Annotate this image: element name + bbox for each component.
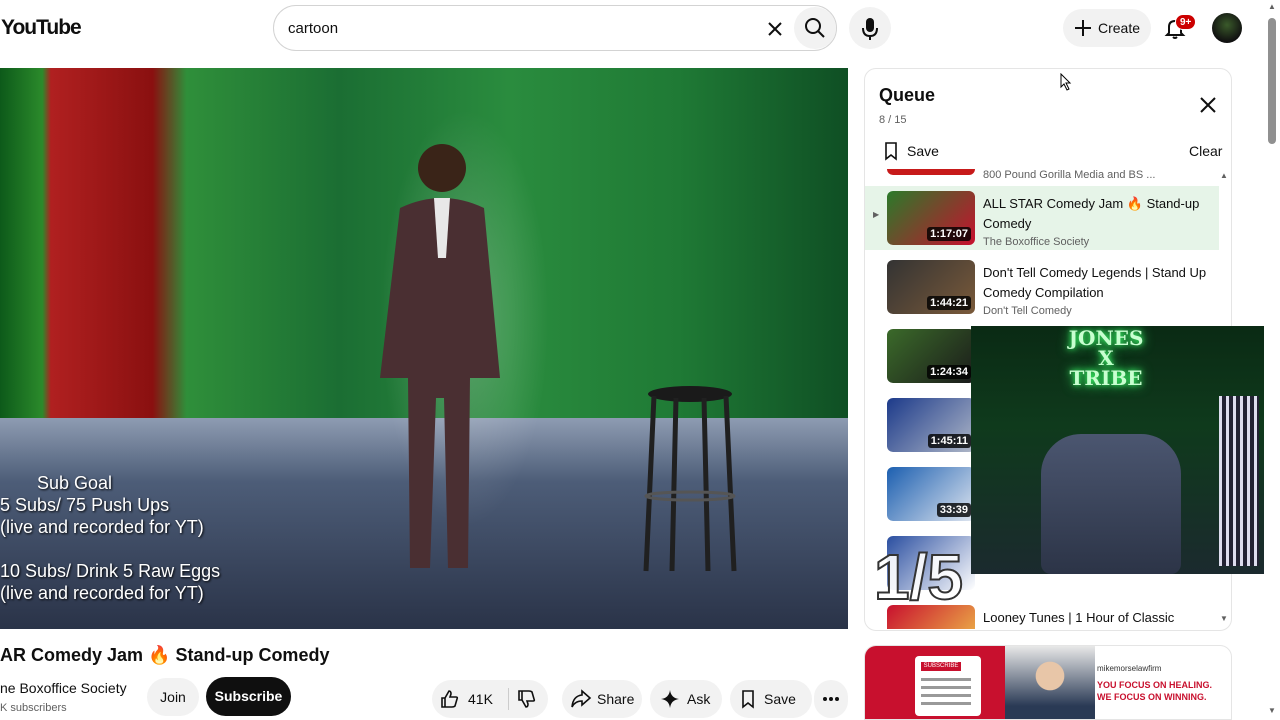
queue-item-channel: The Boxoffice Society	[983, 236, 1090, 248]
ask-button[interactable]: Ask	[650, 680, 722, 718]
previous-item-channel: 800 Pound Gorilla Media and BS ...	[983, 169, 1156, 181]
sub-goal-line: 5 Subs/ 75 Push Ups	[0, 495, 170, 515]
search-input[interactable]	[288, 17, 748, 39]
share-label: Share	[597, 691, 635, 707]
sub-goal-line: (live and recorded for YT)	[0, 517, 204, 537]
queue-position: 8 / 15	[879, 114, 907, 126]
scroll-down-icon[interactable]: ▼	[1268, 706, 1276, 715]
bookmark-icon	[742, 690, 754, 709]
sparkle-icon	[661, 690, 679, 708]
queue-item[interactable]: ▶ 1:17:07 ALL STAR Comedy Jam 🔥 Stand-up…	[865, 186, 1219, 250]
queue-thumbnail: 1:44:21	[887, 260, 975, 314]
close-queue-button[interactable]	[1196, 93, 1220, 117]
queue-item[interactable]: 1:44:21 Don't Tell Comedy Legends | Stan…	[865, 255, 1219, 319]
overlay-counter: 1/5	[873, 540, 964, 614]
search-box	[273, 5, 837, 51]
scroll-up-icon[interactable]: ▲	[1268, 2, 1276, 11]
video-player[interactable]: Sub Goal 5 Subs/ 75 Push Ups (live and r…	[0, 68, 848, 629]
like-count: 41K	[468, 691, 493, 707]
top-bar: YouTube Create 9+	[0, 0, 1280, 56]
scrollbar-thumb[interactable]	[1268, 18, 1276, 144]
mouse-cursor-icon	[1060, 73, 1072, 91]
channel-name[interactable]: ne Boxoffice Society	[0, 680, 127, 696]
youtube-logo[interactable]: YouTube	[1, 16, 82, 40]
video-title: AR Comedy Jam 🔥 Stand-up Comedy	[0, 645, 330, 665]
sponsored-ad[interactable]: SUBSCRIBE mikemorselawfirm YOU FOCUS ON …	[864, 645, 1232, 720]
queue-thumbnail: 1:17:07	[887, 191, 975, 245]
queue-item-title: ALL STAR Comedy Jam 🔥 Stand-up Comedy	[983, 196, 1200, 231]
queue-title: Queue	[879, 85, 936, 105]
ad-person-image	[1005, 646, 1095, 719]
duration-label: 1:45:11	[927, 434, 971, 448]
queue-thumbnail: 33:39	[887, 467, 975, 521]
previous-item-thumbnail[interactable]	[887, 169, 975, 175]
queue-thumbnail: 1:45:11	[887, 398, 975, 452]
now-playing-icon: ▶	[873, 210, 880, 219]
voice-search-button[interactable]	[849, 7, 891, 49]
more-actions-button[interactable]	[814, 680, 848, 718]
plus-icon	[1075, 20, 1091, 36]
avatar[interactable]	[1212, 13, 1242, 43]
ad-firm-name: mikemorselawfirm	[1097, 664, 1162, 673]
thumbs-up-icon	[441, 690, 459, 708]
save-video-button[interactable]: Save	[730, 680, 812, 718]
ad-card-graphic: SUBSCRIBE	[915, 656, 981, 716]
duration-label: 1:44:21	[927, 296, 971, 310]
ask-label: Ask	[687, 691, 711, 707]
queue-scroll-up-icon[interactable]: ▲	[1220, 171, 1228, 180]
ad-slogan-line: WE FOCUS ON WINNING.	[1097, 692, 1207, 702]
like-button[interactable]: 41K	[432, 680, 508, 718]
queue-item-title: Looney Tunes | 1 Hour of Classic Cartoon…	[983, 610, 1175, 625]
sub-goal-heading: Sub Goal	[37, 473, 113, 493]
ad-subscribe-graphic: SUBSCRIBE	[921, 662, 961, 671]
create-button[interactable]: Create	[1063, 9, 1151, 47]
sub-goal-line: 10 Subs/ Drink 5 Raw Eggs	[0, 561, 221, 581]
page-scrollbar[interactable]: ▲ ▼	[1264, 0, 1280, 720]
neon-sign: JONES X TRIBE	[1068, 326, 1144, 390]
comedian-figure	[380, 144, 500, 568]
share-button[interactable]: Share	[562, 680, 642, 718]
stool	[643, 386, 737, 572]
dislike-button[interactable]	[509, 680, 548, 718]
gaming-chair	[1041, 434, 1181, 574]
queue-item-channel: Don't Tell Comedy	[983, 305, 1072, 317]
queue-thumbnail: 1:24:34	[887, 329, 975, 383]
join-button[interactable]: Join	[147, 678, 199, 716]
search-button[interactable]	[794, 7, 836, 49]
save-label: Save	[764, 691, 796, 707]
sub-goal-line: (live and recorded for YT)	[0, 583, 204, 603]
microphone-icon	[862, 18, 878, 40]
duration-label: 1:17:07	[927, 227, 971, 241]
notification-badge: 9+	[1175, 14, 1197, 30]
webcam-overlay: JONES X TRIBE	[971, 326, 1280, 574]
subscribe-button[interactable]: Subscribe	[206, 677, 291, 716]
wall-flag	[1219, 396, 1259, 566]
duration-label: 1:24:34	[927, 365, 971, 379]
create-label: Create	[1098, 20, 1141, 36]
bookmark-icon	[885, 142, 897, 161]
more-horizontal-icon	[823, 697, 839, 701]
thumbs-down-icon	[518, 690, 536, 708]
subscriber-goal-overlay: Sub Goal 5 Subs/ 75 Push Ups (live and r…	[0, 472, 220, 604]
save-queue-button[interactable]: Save	[881, 139, 961, 163]
queue-item-title: Don't Tell Comedy Legends | Stand Up Com…	[983, 265, 1207, 300]
search-icon	[805, 18, 825, 38]
duration-label: 33:39	[936, 503, 971, 517]
ad-slogan: YOU FOCUS ON HEALING. WE FOCUS ON WINNIN…	[1097, 679, 1212, 703]
save-queue-label: Save	[907, 143, 939, 159]
clear-search-icon[interactable]	[762, 16, 788, 42]
like-dislike-group: 41K	[432, 680, 548, 718]
subscriber-count: K subscribers	[0, 702, 67, 714]
ad-slogan-line: YOU FOCUS ON HEALING.	[1097, 680, 1213, 690]
clear-queue-button[interactable]: Clear	[1189, 143, 1222, 159]
queue-scroll-down-icon[interactable]: ▼	[1220, 614, 1228, 623]
close-icon	[1200, 97, 1216, 113]
share-icon	[571, 689, 592, 708]
